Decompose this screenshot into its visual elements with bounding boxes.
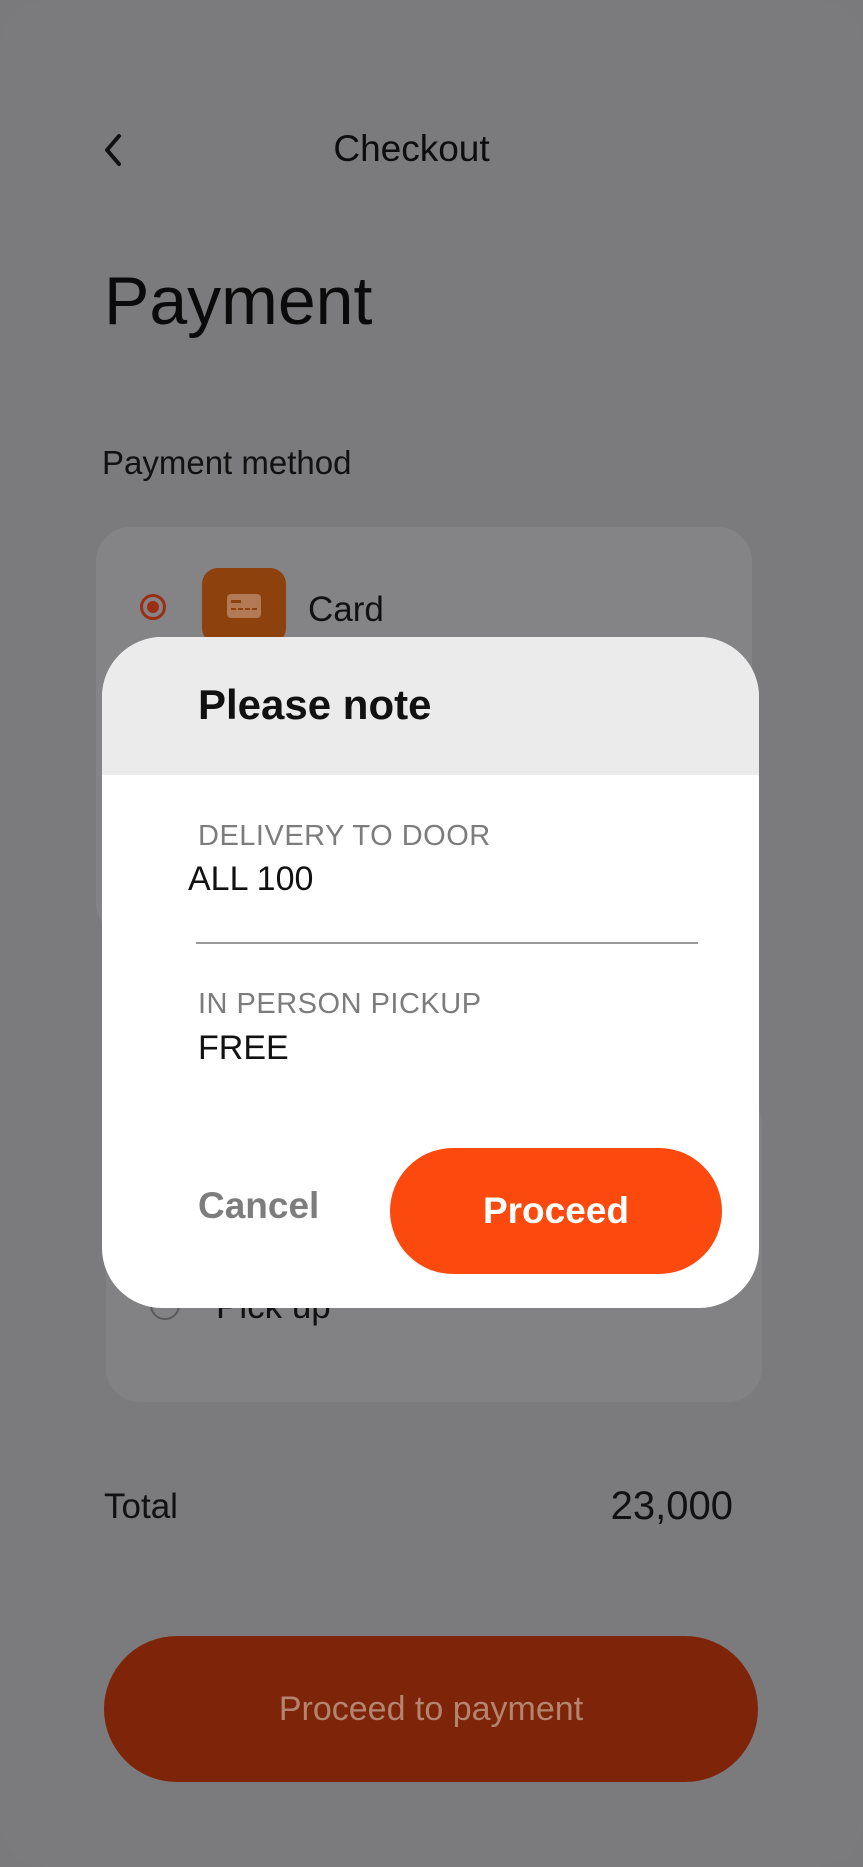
header: Checkout [0, 120, 863, 180]
delivery-to-door-value: ALL 100 [188, 860, 314, 898]
total-label: Total [104, 1487, 178, 1526]
dialog-title: Please note [198, 681, 432, 728]
credit-card-icon [202, 568, 286, 644]
header-title: Checkout [333, 128, 490, 169]
in-person-pickup-value: FREE [198, 1029, 289, 1067]
delivery-to-door-label: DELIVERY TO DOOR [198, 820, 491, 852]
screen: Checkout Payment Payment method Card Pic… [0, 0, 863, 1867]
please-note-dialog: Please note DELIVERY TO DOOR ALL 100 IN … [102, 637, 759, 1308]
dialog-header: Please note [102, 637, 759, 775]
divider [196, 942, 698, 944]
cancel-button[interactable]: Cancel [198, 1185, 319, 1227]
card-radio[interactable] [140, 594, 166, 620]
proceed-to-payment-button[interactable]: Proceed to payment [104, 1636, 758, 1782]
page-title: Payment [104, 263, 373, 339]
option-card-label[interactable]: Card [308, 590, 384, 630]
total-value: 23,000 [610, 1484, 733, 1528]
in-person-pickup-label: IN PERSON PICKUP [198, 988, 482, 1020]
proceed-button[interactable]: Proceed [390, 1148, 722, 1274]
payment-method-label: Payment method [102, 444, 352, 481]
